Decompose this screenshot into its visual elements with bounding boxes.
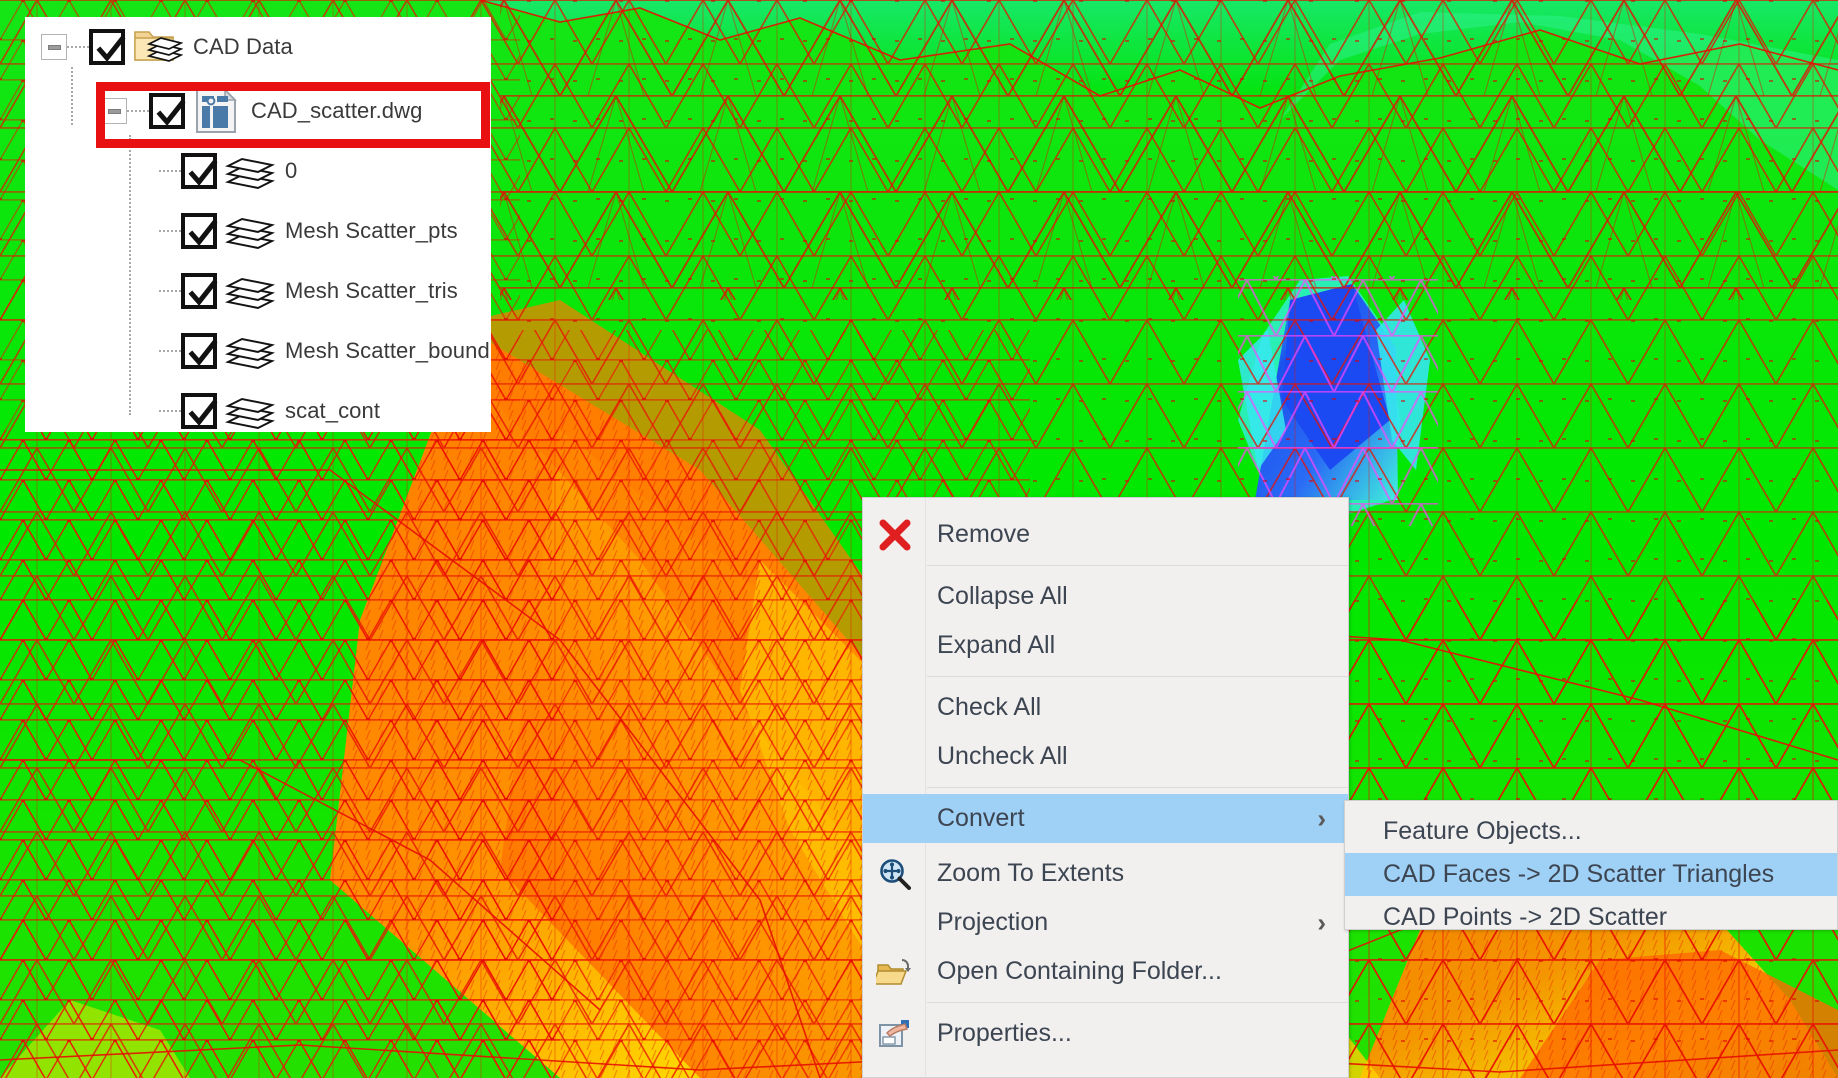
menu-separator (927, 787, 1348, 788)
tree-connector-dash (67, 46, 89, 48)
menu-item-label: Zoom To Extents (937, 859, 1125, 887)
tree-connector-line (129, 135, 131, 415)
checkbox-layer-scat-cont[interactable] (181, 393, 218, 429)
menu-item-label: Open Containing Folder... (937, 957, 1222, 985)
checkmark-icon (188, 159, 218, 186)
menu-item-convert[interactable]: Convert › (863, 794, 1348, 843)
menu-item-label: Uncheck All (937, 742, 1068, 770)
tree-item-label: 0 (285, 158, 298, 183)
tree-connector-line (71, 67, 73, 125)
chevron-right-icon: › (1317, 907, 1326, 937)
screenshot-root: CAD Data CAD_scatter.dwg 0 Mesh Scatter_… (0, 0, 1838, 1078)
checkmark-icon (96, 35, 126, 62)
tree-item-cad-data[interactable]: CAD Data (41, 21, 293, 73)
checkmark-icon (188, 219, 218, 246)
checkbox-layer-mesh-scatter-pts[interactable] (181, 213, 218, 249)
menu-item-properties[interactable]: Properties... (863, 1009, 1348, 1058)
dwg-file-icon (193, 87, 241, 135)
submenu-item-cad-faces-to-2d-scatter-triangles[interactable]: CAD Faces -> 2D Scatter Triangles (1345, 853, 1837, 896)
menu-item-open-containing-folder[interactable]: Open Containing Folder... (863, 947, 1348, 996)
menu-item-collapse-all[interactable]: Collapse All (863, 572, 1348, 621)
menu-item-label: Collapse All (937, 582, 1068, 610)
submenu-item-label: Feature Objects... (1383, 817, 1582, 845)
layers-icon (225, 150, 275, 192)
menu-item-remove[interactable]: Remove (863, 510, 1348, 559)
menu-item-uncheck-all[interactable]: Uncheck All (863, 732, 1348, 781)
layers-icon (225, 330, 275, 372)
properties-icon (875, 1014, 915, 1054)
tree-connector-dash (127, 110, 149, 112)
red-x-icon (875, 515, 915, 555)
tree-item-layer-0[interactable]: 0 (159, 145, 297, 197)
context-menu[interactable]: Remove Collapse All Expand All Check All… (862, 497, 1349, 1078)
submenu-item-label: CAD Points -> 2D Scatter (1383, 903, 1668, 931)
menu-separator (927, 565, 1348, 566)
menu-item-label: Projection (937, 908, 1049, 936)
zoom-extents-icon (875, 854, 915, 894)
tree-item-layer-mesh-scatter-pts[interactable]: Mesh Scatter_pts (159, 205, 458, 257)
tree-item-cad-scatter-dwg[interactable]: CAD_scatter.dwg (101, 85, 422, 137)
tree-item-label: CAD Data (193, 34, 293, 59)
tree-item-layer-scat-cont[interactable]: scat_cont (159, 385, 380, 437)
menu-item-label: Remove (937, 520, 1031, 548)
checkbox-layer-mesh-scatter-bound[interactable] (181, 333, 218, 369)
checkbox-cad-data[interactable] (89, 29, 126, 65)
expander-minus-icon[interactable] (41, 34, 67, 60)
menu-item-label: Expand All (937, 631, 1056, 659)
tree-item-layer-mesh-scatter-bound[interactable]: Mesh Scatter_bound (159, 325, 490, 377)
folder-layers-icon (133, 26, 183, 68)
tree-item-layer-mesh-scatter-tris[interactable]: Mesh Scatter_tris (159, 265, 458, 317)
tree-connector-dash (159, 290, 181, 292)
layers-icon (225, 270, 275, 312)
menu-item-label: Convert (937, 804, 1025, 832)
menu-separator (927, 676, 1348, 677)
menu-item-label: Check All (937, 693, 1042, 721)
tree-item-label: Mesh Scatter_tris (285, 278, 458, 303)
layers-icon (225, 390, 275, 432)
tree-item-label: scat_cont (285, 398, 381, 423)
menu-separator (927, 1002, 1348, 1003)
menu-item-check-all[interactable]: Check All (863, 683, 1348, 732)
tree-item-label: CAD_scatter.dwg (251, 98, 423, 123)
chevron-right-icon: › (1317, 803, 1326, 833)
open-folder-icon (875, 952, 915, 992)
tree-item-label: Mesh Scatter_pts (285, 218, 458, 243)
tree-connector-dash (159, 170, 181, 172)
checkbox-cad-scatter-dwg[interactable] (149, 93, 186, 129)
layers-icon (225, 210, 275, 252)
checkmark-icon (188, 339, 218, 366)
checkmark-icon (188, 279, 218, 306)
tree-item-label: Mesh Scatter_bound (285, 338, 490, 363)
tree-connector-dash (159, 350, 181, 352)
checkbox-layer-mesh-scatter-tris[interactable] (181, 273, 218, 309)
menu-item-label: Properties... (937, 1019, 1072, 1047)
submenu-item-feature-objects[interactable]: Feature Objects... (1345, 810, 1837, 853)
menu-item-projection[interactable]: Projection › (863, 898, 1348, 947)
submenu-item-label: CAD Faces -> 2D Scatter Triangles (1383, 860, 1775, 888)
tree-connector-dash (159, 230, 181, 232)
project-explorer-tree[interactable]: CAD Data CAD_scatter.dwg 0 Mesh Scatter_… (25, 17, 491, 432)
checkmark-icon (156, 99, 186, 126)
checkbox-layer-0[interactable] (181, 153, 218, 189)
checkmark-icon (188, 399, 218, 426)
menu-item-zoom-to-extents[interactable]: Zoom To Extents (863, 849, 1348, 898)
tree-connector-dash (159, 410, 181, 412)
expander-minus-icon[interactable] (101, 98, 127, 124)
submenu-item-cad-points-to-2d-scatter[interactable]: CAD Points -> 2D Scatter (1345, 896, 1837, 939)
convert-submenu[interactable]: Feature Objects... CAD Faces -> 2D Scatt… (1344, 800, 1838, 931)
menu-item-expand-all[interactable]: Expand All (863, 621, 1348, 670)
